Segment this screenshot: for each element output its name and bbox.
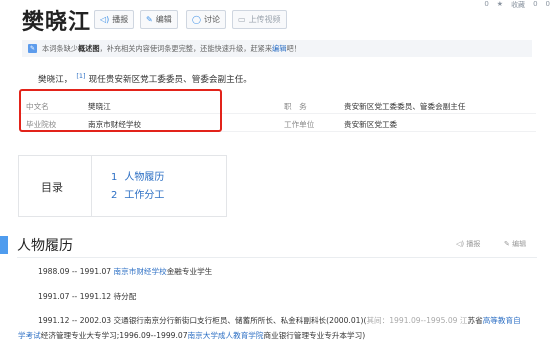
- notice-text: 本词条缺少概述图，补充相关内容使词条更完整，还能快速升级，赶紧来编辑吧！: [42, 43, 301, 53]
- toc-item-duties[interactable]: 2 工作分工: [111, 186, 164, 201]
- video-icon: ▭: [238, 15, 246, 24]
- toc-item-label: 工作分工: [124, 190, 165, 201]
- top-right-actions: 0 ★ 收藏 0 0: [484, 0, 550, 10]
- toc-item-number: 2: [111, 190, 118, 201]
- bio-text: 1991.07 -- 1991.12 待分配: [38, 292, 137, 301]
- section-play-button[interactable]: ◁) 播报: [456, 239, 480, 249]
- upload-video-button[interactable]: ▭ 上传视频: [232, 10, 287, 29]
- toc-label: 目录: [41, 181, 63, 194]
- table-of-contents: 目录 1 人物履历 2 工作分工: [18, 155, 227, 217]
- summary-name: 樊晓江，: [38, 74, 73, 85]
- page-header: 樊晓江 ◁) 播报 ✎ 编辑 ◯ 讨论 ▭ 上传视频 0 ★ 收藏 0 0: [0, 0, 550, 36]
- edit-icon: ✎: [28, 44, 37, 53]
- pencil-icon: ✎: [504, 240, 510, 248]
- edit-button[interactable]: ✎ 编辑: [140, 10, 178, 29]
- chat-icon: ◯: [192, 15, 201, 24]
- upload-video-label: 上传视频: [248, 15, 281, 24]
- info-value: 贵安新区党工委: [344, 120, 398, 129]
- discuss-label: 讨论: [203, 15, 220, 24]
- school-link[interactable]: 南京市财经学校: [114, 267, 167, 276]
- info-key: 工作单位: [284, 120, 315, 129]
- notice-edit-link[interactable]: 编辑: [272, 44, 286, 53]
- bio-paragraph: 1991.07 -- 1991.12 待分配: [38, 291, 136, 302]
- reference-link[interactable]: [1]: [76, 72, 85, 80]
- discuss-button[interactable]: ◯ 讨论: [186, 10, 226, 29]
- info-key: 职 务: [284, 102, 307, 111]
- section-accent-bar: [0, 236, 8, 254]
- missing-image-notice: ✎ 本词条缺少概述图，补充相关内容使词条更完整，还能快速升级，赶紧来编辑吧！: [22, 40, 532, 57]
- section-title: 人物履历: [17, 238, 73, 254]
- toc-divider: [91, 156, 92, 216]
- bio-paragraph: 1991.12 -- 2002.03 交通银行南京分行新街口支行柜员、储蓄所所长…: [18, 313, 528, 343]
- speaker-icon: ◁): [456, 240, 465, 248]
- bio-date: 1988.09 -- 1991.07: [38, 267, 112, 276]
- section-edit-label: 编辑: [512, 240, 527, 248]
- edit-label: 编辑: [155, 15, 172, 24]
- summary: 樊晓江， [1] 现任贵安新区党工委委员、管委会副主任。: [38, 72, 252, 85]
- bio-text: 商业银行管理专业专升本学习): [263, 331, 366, 340]
- like-count: 0: [545, 0, 550, 8]
- section-edit-button[interactable]: ✎ 编辑: [504, 239, 526, 249]
- page-title: 樊晓江: [22, 9, 92, 35]
- speaker-icon: ◁): [100, 15, 110, 24]
- bio-text-faded: 其间：1991.09--1995.09 江: [366, 316, 468, 325]
- section-play-label: 播报: [466, 240, 481, 248]
- bio-text: 金融专业学生: [166, 267, 213, 276]
- share-count: 0: [484, 0, 489, 8]
- highlight-box: [19, 89, 222, 132]
- bio-text: 1991.12 -- 2002.03 交通银行南京分行新街口支行柜员、储蓄所所长…: [38, 316, 367, 325]
- broadcast-button[interactable]: ◁) 播报: [94, 10, 135, 29]
- pencil-icon: ✎: [146, 15, 153, 24]
- info-value: 贵安新区党工委委员、管委会副主任: [344, 102, 466, 111]
- nju-adult-education-link[interactable]: 南京大学成人教育学院: [188, 331, 264, 340]
- bio-text: 经济管理专业大专学习;1996.09--1999.07: [40, 331, 188, 340]
- section-divider: [17, 257, 537, 258]
- collect-count: 0: [533, 0, 538, 8]
- broadcast-label: 播报: [112, 15, 129, 24]
- star-icon[interactable]: ★: [497, 0, 503, 8]
- toc-item-career[interactable]: 1 人物履历: [111, 168, 164, 183]
- notice-bold: 概述图: [77, 43, 100, 53]
- summary-text: 现任贵安新区党工委委员、管委会副主任。: [88, 74, 252, 85]
- collect-link[interactable]: 收藏: [511, 0, 525, 10]
- bio-paragraph: 1988.09 -- 1991.07 南京市财经学校金融专业学生: [38, 266, 212, 277]
- toc-item-number: 1: [111, 172, 118, 183]
- toc-item-label: 人物履历: [124, 172, 165, 183]
- bio-text: 苏省: [467, 316, 483, 325]
